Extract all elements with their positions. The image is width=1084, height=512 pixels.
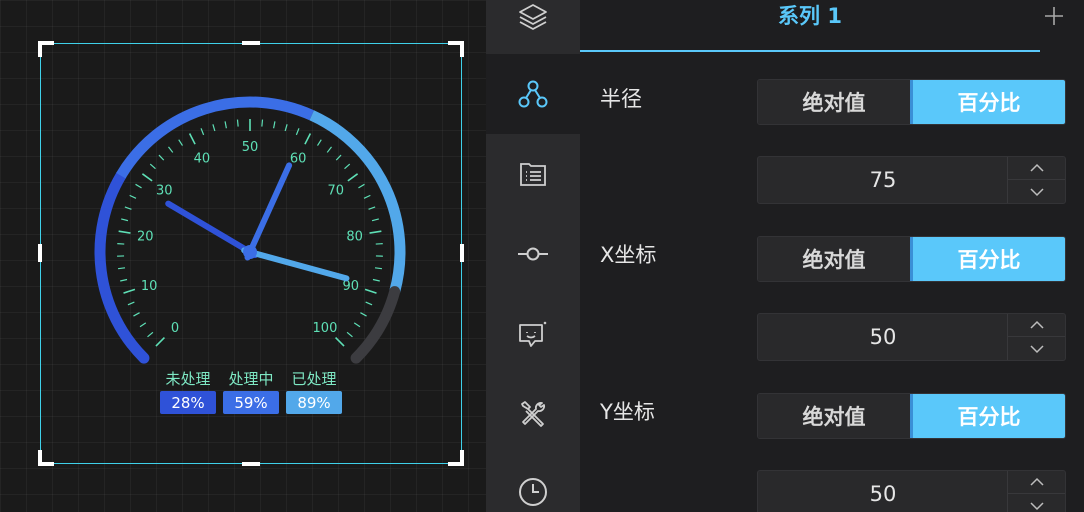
list-icon (520, 163, 546, 186)
y-increment-button[interactable] (1008, 471, 1065, 494)
x-input[interactable]: 50 (758, 314, 1008, 360)
axis-point-icon (518, 247, 548, 261)
radius-increment-button[interactable] (1008, 157, 1065, 180)
radius-percent-option[interactable]: 百分比 (910, 80, 1065, 124)
y-decrement-button[interactable] (1008, 494, 1065, 512)
resize-handle-top[interactable] (242, 41, 260, 45)
resize-handle-top-left[interactable] (38, 41, 54, 57)
x-decrement-button[interactable] (1008, 337, 1065, 360)
rail-item-list[interactable] (486, 134, 580, 214)
property-panel: 系列 1 半径 绝对值 百分比 75 X坐标 绝对值 百分比 50 Y坐标 绝对… (580, 0, 1084, 512)
y-stepper: 50 (757, 470, 1066, 512)
rail-item-tools[interactable] (486, 374, 580, 454)
chevron-up-icon (1029, 320, 1044, 329)
layers-icon (519, 4, 547, 30)
x-absolute-option[interactable]: 绝对值 (758, 237, 910, 281)
chevron-up-icon (1029, 477, 1044, 486)
nodes-icon (518, 80, 548, 108)
chevron-up-icon (1029, 163, 1044, 172)
clock-icon (519, 478, 547, 506)
chevron-down-icon (1029, 501, 1044, 510)
add-series-icon[interactable] (1042, 4, 1066, 28)
y-percent-option[interactable]: 百分比 (910, 394, 1065, 438)
radius-decrement-button[interactable] (1008, 180, 1065, 203)
resize-handle-bottom[interactable] (242, 462, 260, 466)
tab-series-1[interactable]: 系列 1 (580, 0, 1040, 52)
resize-handle-left[interactable] (38, 244, 42, 262)
rail-item-axis-point[interactable] (486, 214, 580, 294)
resize-handle-right[interactable] (460, 244, 464, 262)
rail-item-tooltip[interactable] (486, 294, 580, 374)
rail-item-series[interactable] (486, 54, 580, 134)
y-coordinate-label: Y坐标 (600, 400, 655, 424)
x-mode-toggle: 绝对值 百分比 (757, 236, 1066, 282)
radius-mode-toggle: 绝对值 百分比 (757, 79, 1066, 125)
canvas-area[interactable]: 0 10 20 30 40 50 60 70 80 90 100 未处理 28% 处理中 59% 已处理 89… (0, 0, 486, 512)
y-absolute-option[interactable]: 绝对值 (758, 394, 910, 438)
settings-rail (486, 0, 580, 512)
radius-label: 半径 (600, 87, 642, 111)
chevron-down-icon (1029, 187, 1044, 196)
resize-handle-bottom-left[interactable] (38, 450, 54, 466)
y-mode-toggle: 绝对值 百分比 (757, 393, 1066, 439)
x-percent-option[interactable]: 百分比 (910, 237, 1065, 281)
radius-stepper: 75 (757, 156, 1066, 204)
radius-input[interactable]: 75 (758, 157, 1008, 203)
y-input[interactable]: 50 (758, 471, 1008, 512)
tools-icon (521, 401, 545, 427)
rail-item-clock[interactable] (486, 452, 580, 512)
tooltip-face-icon (519, 321, 547, 347)
resize-handle-bottom-right[interactable] (448, 450, 464, 466)
selection-box[interactable] (38, 41, 464, 466)
rail-item-layers[interactable] (486, 0, 580, 56)
x-increment-button[interactable] (1008, 314, 1065, 337)
chevron-down-icon (1029, 344, 1044, 353)
x-stepper: 50 (757, 313, 1066, 361)
x-coordinate-label: X坐标 (600, 243, 657, 267)
radius-absolute-option[interactable]: 绝对值 (758, 80, 910, 124)
resize-handle-top-right[interactable] (448, 41, 464, 57)
